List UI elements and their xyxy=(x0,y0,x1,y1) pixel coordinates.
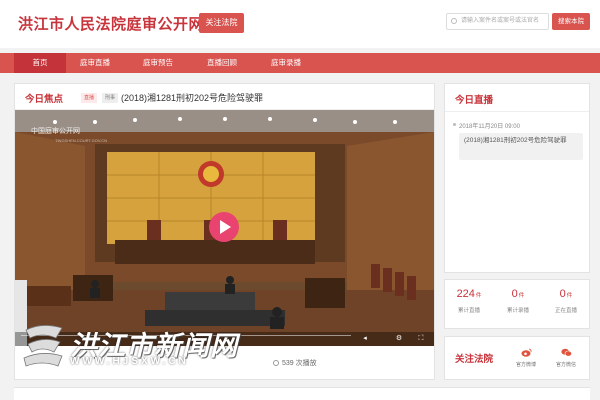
news-site-logo-icon xyxy=(23,325,63,367)
settings-icon[interactable]: ⚙ xyxy=(395,335,403,343)
nav-item-preview[interactable]: 庭审预告 xyxy=(127,53,189,73)
live-time: 2018年11月20日 09:00 xyxy=(453,121,520,130)
view-count: 539 次播放 xyxy=(273,358,317,368)
video-watermark: 中国庭审公开网 xyxy=(31,128,80,135)
stat-value: 224件 xyxy=(456,288,482,300)
site-title[interactable]: 洪江市人民法院庭审公开网 xyxy=(18,13,204,34)
play-button[interactable] xyxy=(209,212,239,242)
case-title[interactable]: (2018)湘1281刑初202号危险驾驶罪 xyxy=(121,91,263,104)
stat-total-recorded: 0件 累计录播 xyxy=(494,288,542,314)
timeline-dot-icon xyxy=(453,123,456,126)
nav-item-recorded[interactable]: 庭审录播 xyxy=(255,53,317,73)
stat-total-live: 224件 累计直播 xyxy=(445,288,493,314)
search-button[interactable]: 搜索本院 xyxy=(552,13,590,30)
nav-item-home[interactable]: 首页 xyxy=(14,53,66,73)
news-site-logo-url: WWW.HJSXW.CN xyxy=(70,356,189,367)
nav-item-live[interactable]: 庭审直播 xyxy=(66,53,124,73)
live-time-text: 2018年11月20日 09:00 xyxy=(459,124,520,130)
fullscreen-icon[interactable]: ⛶ xyxy=(417,335,425,343)
focus-heading: 今日焦点 xyxy=(25,94,64,105)
weibo-icon xyxy=(521,348,531,357)
stat-value: 0件 xyxy=(559,288,573,300)
weibo-link[interactable]: 官方微博 xyxy=(509,348,543,368)
divider xyxy=(445,111,589,112)
search-input[interactable]: 请输入案件名或案号或法官名 xyxy=(446,13,549,30)
bottom-section xyxy=(14,387,590,400)
today-live-heading: 今日直播 xyxy=(455,95,494,106)
eye-icon xyxy=(273,360,279,366)
volume-icon[interactable]: ◂ xyxy=(361,335,369,343)
wechat-link[interactable]: 官方微信 xyxy=(549,348,583,368)
today-live-panel: 今日直播 2018年11月20日 09:00 (2018)湘1281刑初202号… xyxy=(444,83,590,273)
view-count-text: 539 次播放 xyxy=(282,360,317,367)
nav-item-review[interactable]: 直播回顾 xyxy=(189,53,255,73)
follow-court-heading: 关注法院 xyxy=(455,354,494,365)
follow-court-panel: 关注法院 官方微博 官方微信 xyxy=(444,336,590,380)
stat-value: 0件 xyxy=(511,288,525,300)
stats-panel: 224件 累计直播 0件 累计录播 0件 正在直播 xyxy=(444,279,590,329)
search-placeholder: 请输入案件名或案号或法官名 xyxy=(461,18,540,24)
search-icon xyxy=(451,18,457,24)
stat-label: 正在直播 xyxy=(554,308,577,314)
live-tag: 直播 xyxy=(81,93,98,103)
live-list-item[interactable]: (2018)湘1281刑初202号危险驾驶罪 xyxy=(459,133,583,160)
stat-label: 累计录播 xyxy=(506,308,529,314)
follow-court-button[interactable]: 关注法院 xyxy=(199,13,244,33)
stat-label: 累计直播 xyxy=(457,308,480,314)
case-type-tag: 刑事 xyxy=(102,93,119,103)
wechat-icon xyxy=(560,348,572,357)
video-player[interactable]: 中国庭审公开网 TINGSHEN.COURT.GOV.CN ◂ ⚙ ⛶ xyxy=(15,110,434,346)
weibo-label: 官方微博 xyxy=(515,362,536,368)
news-site-watermark: 洪江市新闻网 WWW.HJSXW.CN xyxy=(22,322,242,372)
video-watermark-sub: TINGSHEN.COURT.GOV.CN xyxy=(55,138,108,143)
wechat-label: 官方微信 xyxy=(555,362,576,368)
main-nav: 首页 庭审直播 庭审预告 直播回顾 庭审录播 xyxy=(0,53,600,73)
site-header: 洪江市人民法院庭审公开网 关注法院 请输入案件名或案号或法官名 搜索本院 xyxy=(0,0,600,48)
focus-header: 今日焦点 直播 刑事 (2018)湘1281刑初202号危险驾驶罪 xyxy=(15,84,434,110)
stat-now-live: 0件 正在直播 xyxy=(542,288,590,314)
